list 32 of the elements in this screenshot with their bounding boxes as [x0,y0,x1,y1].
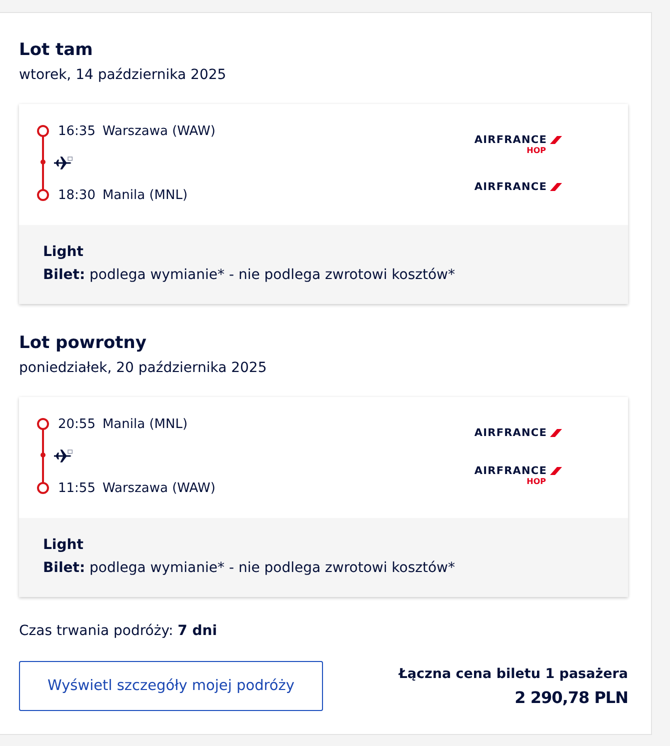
fare-conditions: Bilet: podlega wymianie* - nie podlega zwrotowi kosztów* [43,559,456,578]
sub-brand-text: HOP [526,146,546,154]
departure-airport: Warszawa (WAW) [102,124,216,138]
airline-logo-text: AIRFRANCE [474,464,547,476]
airline-logo-text: AIRFRANCE [474,426,547,438]
airline-logo-text: AIRFRANCE [474,134,547,146]
logo-stripe-icon [550,428,562,436]
flight-title: Lot tam [19,40,94,60]
total-price: 2 290,78 PLN [514,688,628,708]
fare-conditions: Bilet: podlega wymianie* - nie podlega zwrotowi kosztów* [43,266,456,285]
trip-details-button[interactable]: Wyświetl szczegóły mojej podróży [19,661,323,711]
sub-brand-text: HOP [526,476,546,486]
airline-logo-text: AIRFRANCE [474,180,547,192]
departure-time: 16:35 [58,124,96,138]
trip-duration: Czas trwania podróży: 7 dni [19,622,218,641]
price-label: Łączna cena biletu 1 pasażera [398,665,628,684]
arrival-airport: Warszawa (WAW) [102,480,216,496]
flight-date: poniedziałek, 20 października 2025 [19,359,268,378]
logo-stripe-icon [550,466,562,474]
airplane-icon [53,156,73,170]
airplane-icon [53,449,73,463]
departure-airport: Manila (MNL) [102,416,188,432]
flight-date: wtorek, 14 października 2025 [19,66,228,85]
arrival-time: 11:55 [58,480,96,496]
fare-name: Light [43,243,84,262]
arrival-time: 18:30 [58,188,96,202]
logo-stripe-icon [550,182,562,190]
arrival-airport: Manila (MNL) [102,188,188,202]
flight-title: Lot powrotny [19,333,148,353]
departure-time: 20:55 [58,416,96,432]
logo-stripe-icon [550,136,562,144]
fare-name: Light [43,536,84,555]
